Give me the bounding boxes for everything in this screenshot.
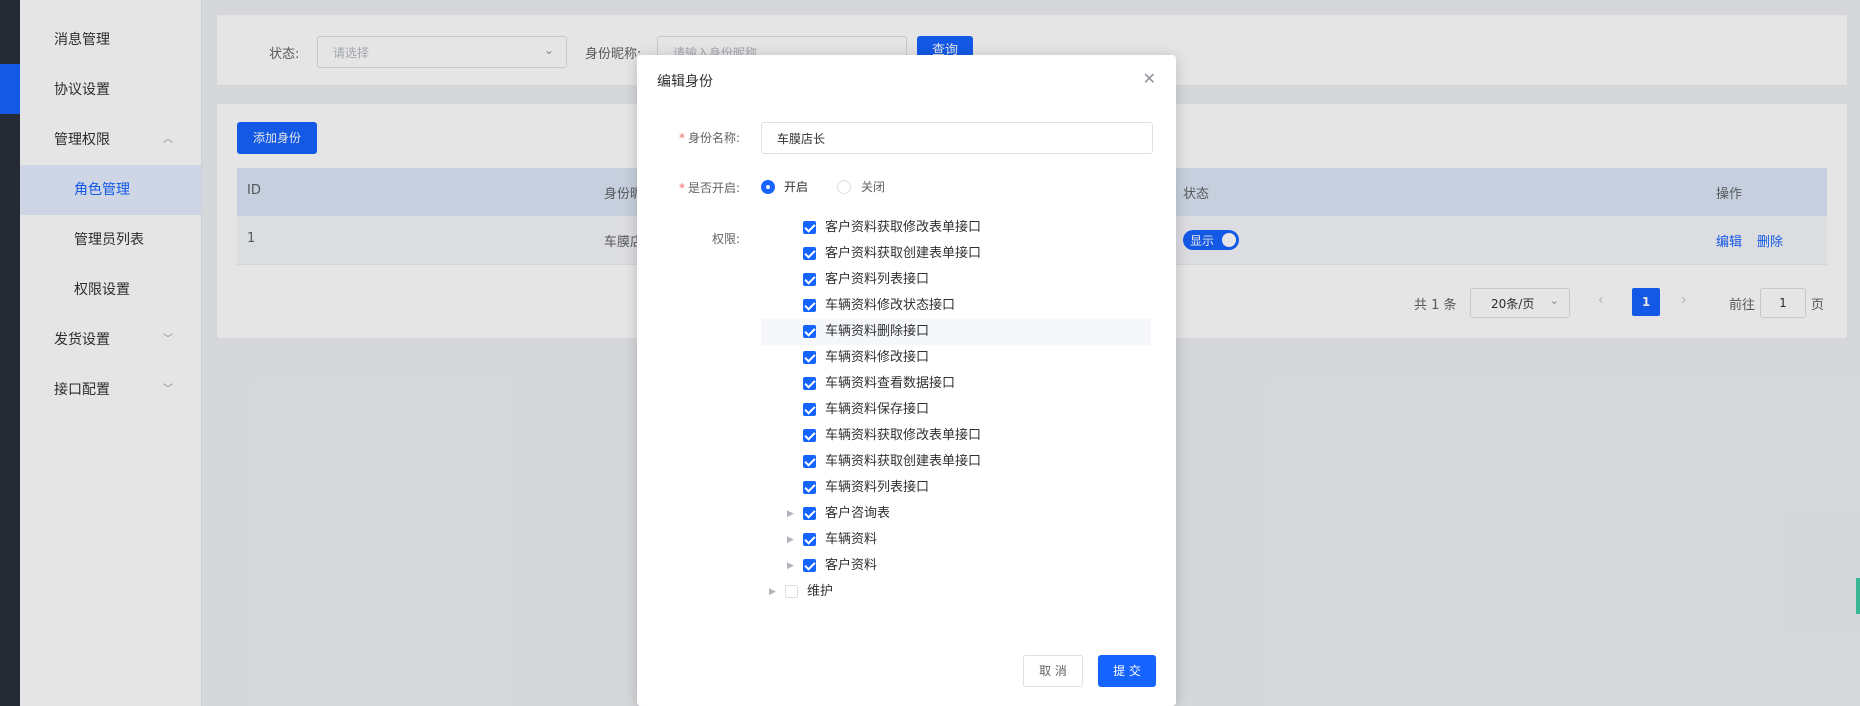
role-name-label: * 身份名称: bbox=[679, 129, 740, 146]
dialog-title: 编辑身份 bbox=[657, 74, 713, 90]
expand-arrow-icon[interactable]: ▶ bbox=[787, 527, 794, 553]
radio-enabled-label[interactable]: 开启 bbox=[784, 178, 808, 195]
permission-tree-node[interactable]: ▶ 维护 bbox=[761, 579, 1151, 605]
permission-label: 客户资料获取修改表单接口 bbox=[825, 220, 982, 235]
permission-tree-node[interactable]: 客户资料列表接口 bbox=[761, 267, 1151, 293]
required-mark: * bbox=[679, 181, 685, 195]
permission-label: 车辆资料 bbox=[825, 532, 878, 547]
permission-checkbox[interactable] bbox=[803, 273, 816, 286]
permission-tree-node[interactable]: ▶ 车辆资料 bbox=[761, 527, 1151, 553]
required-mark: * bbox=[679, 131, 685, 145]
expand-arrow-icon[interactable]: ▶ bbox=[787, 553, 794, 579]
permission-label: 车辆资料获取修改表单接口 bbox=[825, 428, 982, 443]
cancel-button[interactable]: 取 消 bbox=[1023, 655, 1083, 687]
close-icon[interactable]: ✕ bbox=[1143, 69, 1156, 88]
permission-label: 客户资料 bbox=[825, 558, 878, 573]
permission-checkbox[interactable] bbox=[803, 507, 816, 520]
radio-enabled[interactable] bbox=[761, 180, 775, 194]
permission-label: 维护 bbox=[807, 584, 834, 599]
role-name-value: 车膜店长 bbox=[777, 132, 826, 146]
permission-checkbox[interactable] bbox=[803, 429, 816, 442]
permissions-label: 权限: bbox=[712, 232, 741, 246]
permission-tree: 客户资料获取修改表单接口 客户资料获取创建表单接口 客户资料列表接口车辆资料修改状态… bbox=[761, 215, 1151, 605]
side-scroll-tab[interactable] bbox=[1856, 578, 1860, 614]
permission-label: 车辆资料修改接口 bbox=[825, 350, 930, 365]
enabled-label-text: 是否开启: bbox=[688, 181, 741, 195]
permission-label: 车辆资料查看数据接口 bbox=[825, 376, 956, 391]
permission-tree-node[interactable]: 车辆资料保存接口 bbox=[761, 397, 1151, 423]
permission-label: 车辆资料删除接口 bbox=[825, 324, 930, 339]
permission-checkbox[interactable] bbox=[803, 455, 816, 468]
enabled-label: * 是否开启: bbox=[679, 179, 740, 196]
permission-tree-node[interactable]: 车辆资料获取创建表单接口 bbox=[761, 449, 1151, 475]
permission-label: 车辆资料列表接口 bbox=[825, 480, 930, 495]
permission-tree-node[interactable]: 车辆资料修改接口 bbox=[761, 345, 1151, 371]
edit-role-dialog: 编辑身份 ✕ * 身份名称: 车膜店长 * 是否开启: 开启 关闭 权限: 客户资料… bbox=[637, 55, 1176, 706]
permission-label: 客户资料获取创建表单接口 bbox=[825, 246, 982, 261]
permission-checkbox[interactable] bbox=[803, 247, 816, 260]
permission-tree-node[interactable]: ▶ 客户资料 bbox=[761, 553, 1151, 579]
permission-tree-node[interactable]: ▶ 客户咨询表 bbox=[761, 501, 1151, 527]
submit-button[interactable]: 提 交 bbox=[1098, 655, 1156, 687]
permission-label: 车辆资料保存接口 bbox=[825, 402, 930, 417]
permission-checkbox[interactable] bbox=[803, 559, 816, 572]
radio-disabled-label[interactable]: 关闭 bbox=[861, 178, 885, 195]
permission-checkbox[interactable] bbox=[803, 533, 816, 546]
expand-arrow-icon[interactable]: ▶ bbox=[769, 579, 776, 605]
permission-tree-node[interactable]: 客户资料获取创建表单接口 bbox=[761, 241, 1151, 267]
permission-checkbox[interactable] bbox=[803, 351, 816, 364]
permission-tree-node[interactable]: 车辆资料获取修改表单接口 bbox=[761, 423, 1151, 449]
permission-checkbox[interactable] bbox=[803, 377, 816, 390]
permission-label: 客户资料列表接口 bbox=[825, 272, 930, 287]
permission-label: 车辆资料获取创建表单接口 bbox=[825, 454, 982, 469]
permission-tree-node[interactable]: 客户资料获取修改表单接口 bbox=[761, 215, 1151, 241]
permission-label: 客户咨询表 bbox=[825, 506, 891, 521]
permission-tree-node[interactable]: 车辆资料列表接口 bbox=[761, 475, 1151, 501]
expand-arrow-icon[interactable]: ▶ bbox=[787, 501, 794, 527]
permission-tree-node[interactable]: 车辆资料修改状态接口 bbox=[761, 293, 1151, 319]
role-name-input[interactable]: 车膜店长 bbox=[761, 122, 1153, 154]
permission-tree-node[interactable]: 车辆资料查看数据接口 bbox=[761, 371, 1151, 397]
permission-checkbox[interactable] bbox=[803, 325, 816, 338]
permission-checkbox[interactable] bbox=[803, 221, 816, 234]
permission-checkbox[interactable] bbox=[785, 585, 798, 598]
role-name-label-text: 身份名称: bbox=[688, 131, 741, 145]
permission-checkbox[interactable] bbox=[803, 299, 816, 312]
permission-label: 车辆资料修改状态接口 bbox=[825, 298, 956, 313]
radio-disabled[interactable] bbox=[837, 180, 851, 194]
permission-checkbox[interactable] bbox=[803, 403, 816, 416]
permission-checkbox[interactable] bbox=[803, 481, 816, 494]
permission-tree-node[interactable]: 车辆资料删除接口 bbox=[761, 319, 1151, 345]
